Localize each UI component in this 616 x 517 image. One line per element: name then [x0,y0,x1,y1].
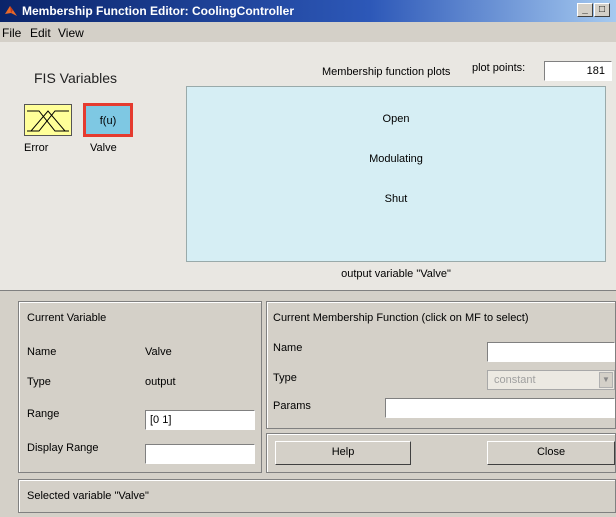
current-mf-title: Current Membership Function (click on MF… [273,312,529,324]
current-variable-title: Current Variable [27,312,107,324]
help-button[interactable]: Help [275,441,411,465]
plot-caption: output variable "Valve" [341,268,451,280]
upper-panel: FIS Variables f(u) Error Valve Membershi… [0,42,616,290]
mf-label-modulating[interactable]: Modulating [187,153,605,165]
menu-bar: File Edit View [0,22,616,42]
variable-name-value: Valve [145,346,172,358]
minimize-button[interactable]: _ [577,3,593,17]
plot-points-input[interactable]: 181 [544,61,612,81]
status-text: Selected variable "Valve" [27,490,149,502]
plot-points-label: plot points: [472,62,526,74]
name-label: Name [27,346,57,358]
lower-panel: Current Variable Name Valve Type output … [0,290,616,517]
membership-function-plot[interactable]: Open Modulating Shut [186,86,606,262]
input-variable-name: Error [24,142,49,154]
membership-shape-icon [27,110,69,132]
input-variable-box[interactable] [24,104,72,136]
mf-type-value: constant [494,374,536,386]
maximize-button[interactable]: □ [594,3,610,17]
menu-file[interactable]: File [2,26,21,40]
chevron-down-icon[interactable]: ▼ [599,372,613,388]
type-label: Type [27,376,51,388]
menu-edit[interactable]: Edit [30,26,51,40]
output-variable-name: Valve [90,142,117,154]
mf-type-label: Type [273,372,297,384]
mf-label-shut[interactable]: Shut [187,193,605,205]
mf-name-label: Name [273,342,303,354]
range-input[interactable]: [0 1] [145,410,255,430]
range-label: Range [27,408,60,420]
variable-type-value: output [145,376,176,388]
title-bar: Membership Function Editor: CoolingContr… [0,0,616,22]
fis-variables-title: FIS Variables [34,70,117,86]
close-button[interactable]: Close [487,441,615,465]
display-range-input[interactable] [145,444,255,464]
button-panel: Help Close [266,433,616,473]
current-mf-panel: Current Membership Function (click on MF… [266,301,616,429]
mf-label-open[interactable]: Open [187,113,605,125]
mf-name-input[interactable] [487,342,615,362]
params-input[interactable] [385,398,615,418]
status-panel: Selected variable "Valve" [18,479,616,513]
output-variable-box[interactable]: f(u) [84,104,132,136]
matlab-logo-icon [5,6,17,16]
menu-view[interactable]: View [58,26,84,40]
params-label: Params [273,400,311,412]
display-range-label: Display Range [27,442,99,454]
mf-type-select[interactable]: constant ▼ [487,370,615,390]
window-title: Membership Function Editor: CoolingContr… [22,4,294,18]
plot-header: Membership function plots [322,66,451,78]
output-box-label: f(u) [99,115,117,127]
current-variable-panel: Current Variable Name Valve Type output … [18,301,262,473]
